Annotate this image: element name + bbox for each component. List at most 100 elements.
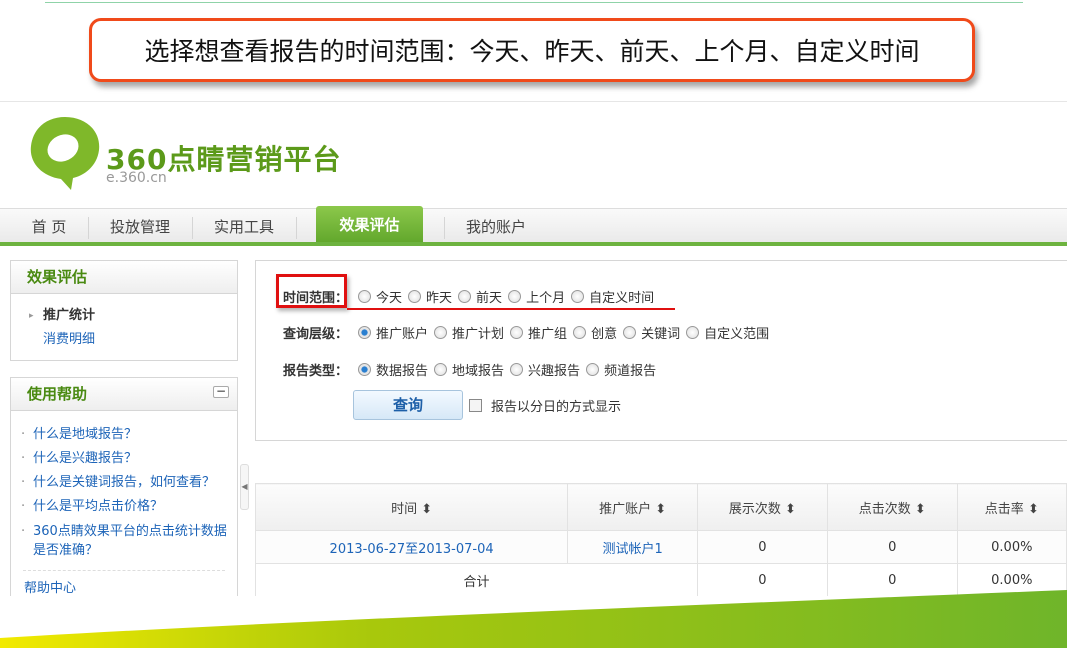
radio-custom-time[interactable] xyxy=(571,290,585,303)
option-label: 创意 xyxy=(591,327,618,342)
radio-custom-range[interactable] xyxy=(686,326,700,339)
annotation-callout: 选择想查看报告的时间范围：今天、昨天、前天、上个月、自定义时间 xyxy=(89,18,975,82)
report-table: 时间 ⬍ 推广账户 ⬍ 展示次数 ⬍ 点击次数 ⬍ 点击率 ⬍ 2013-06-… xyxy=(254,483,1067,596)
nav-separator xyxy=(88,217,89,239)
sidebar-panel-performance: 效果评估 ▸ 推广统计 消费明细 xyxy=(10,260,238,361)
nav-my-account[interactable]: 我的账户 xyxy=(446,209,546,245)
option-label: 前天 xyxy=(476,291,503,306)
logo-icon xyxy=(30,117,100,190)
report-type-label: 报告类型： xyxy=(283,364,349,379)
action-row: 查询 报告以分日的方式显示 xyxy=(283,390,621,420)
sort-icon: ⬍ xyxy=(785,501,796,517)
option-label: 推广计划 xyxy=(452,327,505,342)
help-link[interactable]: 360点睛效果平台的点击统计数据是否准确？ xyxy=(11,519,237,560)
nav-separator xyxy=(444,217,445,239)
callout-text: 选择想查看报告的时间范围：今天、昨天、前天、上个月、自定义时间 xyxy=(144,37,920,66)
radio-creative[interactable] xyxy=(573,326,587,339)
radio-day-before[interactable] xyxy=(458,290,472,303)
query-button[interactable]: 查询 xyxy=(353,390,463,420)
col-impressions[interactable]: 展示次数 ⬍ xyxy=(697,483,828,531)
app-screenshot: 360点睛营销平台 e.360.cn 首 页 投放管理 实用工具 效果评估 我的… xyxy=(0,101,1067,596)
nav-performance[interactable]: 效果评估 xyxy=(316,206,423,245)
option-label: 数据报告 xyxy=(376,364,429,379)
sort-icon: ⬍ xyxy=(914,501,926,517)
daily-checkbox[interactable] xyxy=(469,398,482,412)
option-label: 自定义时间 xyxy=(589,291,655,306)
query-level-label: 查询层级： xyxy=(283,327,349,342)
option-label: 推广组 xyxy=(528,327,568,342)
cell-account-link[interactable]: 测试帐户1 xyxy=(567,530,699,564)
radio-today[interactable] xyxy=(358,290,372,303)
option-label: 推广账户 xyxy=(376,327,429,342)
query-level-row: 查询层级： 推广账户 推广计划 推广组 创意 关键词 自定义范围 xyxy=(283,323,769,342)
table-header: 时间 ⬍ 推广账户 ⬍ 展示次数 ⬍ 点击次数 ⬍ 点击率 ⬍ xyxy=(254,483,1067,531)
radio-keyword[interactable] xyxy=(623,326,637,339)
col-account[interactable]: 推广账户 ⬍ xyxy=(567,483,699,531)
help-link[interactable]: 什么是关键词报告，如何查看？ xyxy=(11,471,237,495)
sidebar-toggle[interactable]: ◀ xyxy=(240,464,249,510)
report-type-row: 报告类型： 数据报告 地域报告 兴趣报告 频道报告 xyxy=(283,360,656,379)
nav-separator xyxy=(192,217,193,239)
radio-yesterday[interactable] xyxy=(408,290,422,303)
divider xyxy=(45,2,1023,3)
radio-channel-report[interactable] xyxy=(586,363,600,376)
nav-campaign-management[interactable]: 投放管理 xyxy=(90,209,190,245)
header-label: 展示次数 xyxy=(728,501,781,517)
filter-panel: 时间范围： 今天 昨天 前天 上个月 自定义时间 查询层级： 推广账户 推广计划… xyxy=(255,260,1067,441)
col-time[interactable]: 时间 ⬍ xyxy=(254,483,569,531)
help-link[interactable]: 什么是地域报告？ xyxy=(11,423,237,447)
option-label: 昨天 xyxy=(426,291,453,306)
header-label: 点击率 xyxy=(984,501,1024,517)
caret-right-icon: ▸ xyxy=(29,311,34,321)
nav-underline xyxy=(0,242,1067,246)
brand-domain: e.360.cn xyxy=(106,170,167,186)
highlight-underline xyxy=(347,308,675,310)
panel-title: 效果评估 xyxy=(11,261,237,294)
radio-group[interactable] xyxy=(510,326,524,339)
help-link[interactable]: 什么是兴趣报告？ xyxy=(11,447,237,471)
nav-home[interactable]: 首 页 xyxy=(10,209,88,245)
nav-tools[interactable]: 实用工具 xyxy=(194,209,294,245)
main-nav: 首 页 投放管理 实用工具 效果评估 我的账户 xyxy=(0,206,1067,245)
header-label: 时间 xyxy=(391,501,418,517)
sidebar-item-spend-detail[interactable]: 消费明细 xyxy=(11,328,237,352)
highlight-box xyxy=(276,274,347,308)
caret-left-icon: ◀ xyxy=(241,482,248,491)
cell-time-link[interactable]: 2013-06-27至2013-07-04 xyxy=(254,530,569,564)
radio-account[interactable] xyxy=(358,326,372,339)
radio-last-month[interactable] xyxy=(508,290,522,303)
option-label: 频道报告 xyxy=(604,364,657,379)
sidebar-item-promotion-stats[interactable]: ▸ 推广统计 xyxy=(11,304,237,328)
radio-region-report[interactable] xyxy=(434,363,448,376)
sidebar-panel-help: 使用帮助 − 什么是地域报告？ 什么是兴趣报告？ 什么是关键词报告，如何查看？ … xyxy=(10,377,238,596)
collapse-icon[interactable]: − xyxy=(213,385,229,398)
header-label: 推广账户 xyxy=(599,501,652,517)
cell-impressions: 0 xyxy=(697,530,828,564)
panel-title-text: 使用帮助 xyxy=(27,385,88,403)
option-label: 自定义范围 xyxy=(704,327,770,342)
radio-interest-report[interactable] xyxy=(510,363,524,376)
sort-icon: ⬍ xyxy=(1027,501,1039,517)
panel-title: 使用帮助 − xyxy=(11,378,237,411)
radio-data-report[interactable] xyxy=(358,363,372,376)
divider xyxy=(23,570,225,571)
col-clicks[interactable]: 点击次数 ⬍ xyxy=(826,483,958,531)
help-link[interactable]: 什么是平均点击价格？ xyxy=(11,495,237,519)
table-row: 2013-06-27至2013-07-04 测试帐户1 0 0 0.00% xyxy=(254,530,1067,564)
option-label: 上个月 xyxy=(526,291,566,306)
decorative-swoosh xyxy=(0,590,1067,648)
sort-icon: ⬍ xyxy=(421,501,433,517)
sort-icon: ⬍ xyxy=(655,501,667,517)
option-label: 关键词 xyxy=(641,327,681,342)
radio-plan[interactable] xyxy=(434,326,448,339)
cell-clicks: 0 xyxy=(826,530,958,564)
option-label: 地域报告 xyxy=(452,364,505,379)
nav-separator xyxy=(296,217,297,239)
sidebar-item-label: 推广统计 xyxy=(43,308,96,323)
daily-checkbox-label: 报告以分日的方式显示 xyxy=(491,399,622,415)
col-ctr[interactable]: 点击率 ⬍ xyxy=(956,483,1067,531)
header-label: 点击次数 xyxy=(858,501,911,517)
cell-ctr: 0.00% xyxy=(956,530,1067,564)
option-label: 兴趣报告 xyxy=(528,364,581,379)
option-label: 今天 xyxy=(376,291,403,306)
